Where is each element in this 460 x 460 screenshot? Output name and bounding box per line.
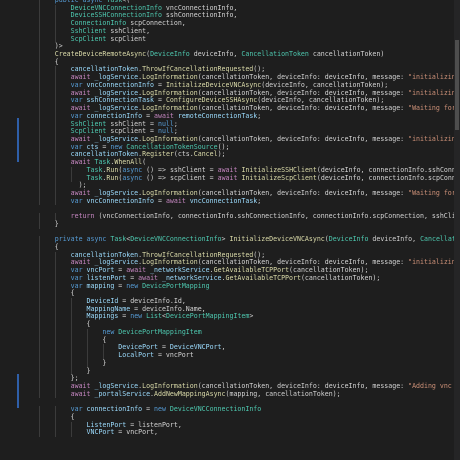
code-token: Task: [110, 235, 127, 244]
code-token: "Waiting for device ssh task": [408, 104, 460, 113]
code-token: =: [142, 405, 155, 414]
code-line[interactable]: private async Task<DeviceVNCConnectionIn…: [0, 235, 460, 244]
code-token: await: [217, 173, 242, 182]
code-token: List: [146, 312, 162, 321]
code-line[interactable]: return (vncConnectionInfo, connectionInf…: [0, 212, 460, 221]
code-token: DeviceInfo: [150, 50, 190, 59]
code-token: Run: [106, 173, 119, 182]
code-token: ,: [221, 343, 226, 352]
code-token: async: [122, 173, 147, 182]
code-token: var: [70, 196, 87, 205]
indent-guide: [39, 197, 40, 206]
indent-guide: [39, 429, 40, 437]
code-token: }: [102, 358, 107, 367]
code-token: Cancel: [193, 150, 218, 159]
code-token: (mapping, cancellationToken);: [225, 389, 341, 398]
code-token: cancellationToken): [308, 50, 385, 59]
code-token: new: [154, 405, 170, 414]
indent-guide: [39, 220, 40, 229]
code-token: =: [154, 196, 166, 205]
scrollbar-thumb[interactable]: [455, 40, 459, 130]
code-token: VNCPort: [86, 428, 115, 437]
code-token: (vncConnectionInfo, connectionInfo.sshCo…: [98, 212, 460, 221]
code-token: CancellationToken: [241, 50, 309, 59]
indent-guide: [39, 390, 40, 399]
code-line[interactable]: var vncConnectionInfo = await vncConnect…: [0, 196, 460, 206]
code-token: await: [70, 389, 95, 398]
code-token: "initializing vnc connection info": [408, 258, 460, 267]
code-token: );: [217, 150, 226, 159]
code-token: InitializeScpClient: [241, 173, 317, 182]
code-line[interactable]: CreateDeviceRemoteAsync(DeviceInfo devic…: [0, 50, 460, 59]
code-token: DevicePortMappingItem: [118, 327, 202, 336]
code-token: ;: [257, 111, 262, 120]
code-token: DeviceInfo: [328, 235, 369, 244]
code-token: (deviceInfo, connectionInfo.scpConnectio…: [316, 173, 460, 182]
code-token: "Adding vnc connection info to gate: [408, 381, 460, 390]
code-token: vncConnectionInfo: [86, 196, 155, 205]
code-token: () => scpClient =: [146, 173, 218, 182]
code-line[interactable]: VNCPort = vncPort,: [0, 428, 460, 437]
code-line[interactable]: }: [0, 219, 460, 229]
code-token: (cts.: [173, 150, 194, 159]
code-token: deviceInfo,: [189, 50, 242, 59]
code-token: Task: [86, 173, 103, 182]
code-token: vncConnectionTask: [189, 196, 258, 205]
indent-guide: [55, 197, 56, 206]
code-token: "initializing device vnc task": [408, 73, 460, 82]
code-line[interactable]: ScpClient scpClient: [0, 34, 460, 44]
code-token: ;: [257, 196, 262, 205]
code-token: Mappings: [86, 312, 119, 321]
code-token: AddNewMappingAsync: [154, 389, 226, 398]
code-lines[interactable]: public async Task<( DeviceVNCConnectionI…: [0, 0, 460, 437]
code-token: new: [130, 312, 147, 321]
code-token: connectionInfo: [86, 405, 143, 414]
code-token: >: [249, 312, 254, 321]
code-token: remoteConnectionTask: [177, 111, 258, 120]
code-token: }: [54, 219, 59, 228]
code-token: DevicePortMapping: [142, 281, 210, 290]
code-token: = vncPort,: [114, 428, 158, 437]
code-token: =: [118, 312, 131, 321]
code-token: deviceInfo,: [368, 235, 421, 244]
code-token: InitializeDeviceVNCAsync: [229, 235, 325, 244]
code-token: = vncPort: [154, 351, 194, 360]
code-token: mapping: [86, 281, 115, 290]
code-token: scpClient: [106, 34, 147, 43]
code-token: new: [126, 281, 143, 290]
code-token: GetAvailableTCPPort: [225, 273, 301, 282]
code-token: }: [86, 366, 91, 375]
code-token: "initializing device ssh task": [408, 88, 460, 97]
code-token: "initializing device ssh and scp": [408, 134, 460, 143]
code-token: DeviceVNCConnectionInfo: [130, 235, 222, 244]
indent-guide: [55, 390, 56, 399]
code-token: private async: [54, 235, 111, 244]
code-token: ScpClient: [70, 34, 107, 43]
code-line[interactable]: await _portalService.AddNewMappingAsync(…: [0, 389, 460, 399]
code-token: _portalService: [94, 389, 151, 398]
code-token: DevicePortMappingItem: [165, 312, 250, 321]
indent-guide: [71, 429, 72, 437]
code-editor[interactable]: public async Task<( DeviceVNCConnectionI…: [0, 0, 460, 460]
code-token: (cancellationToken);: [300, 273, 381, 282]
code-token: await: [165, 196, 190, 205]
code-token: LocalPort: [118, 351, 155, 360]
code-token: DeviceVNCConnectionInfo: [169, 405, 262, 414]
vertical-scrollbar[interactable]: [454, 0, 460, 460]
code-token: Register: [142, 150, 174, 159]
indent-guide: [55, 429, 56, 437]
code-token: CreateDeviceRemoteAsync: [54, 50, 147, 59]
code-token: =: [114, 281, 127, 290]
code-token: "Waiting for device vnc task": [408, 188, 460, 197]
code-token: return: [70, 212, 99, 221]
